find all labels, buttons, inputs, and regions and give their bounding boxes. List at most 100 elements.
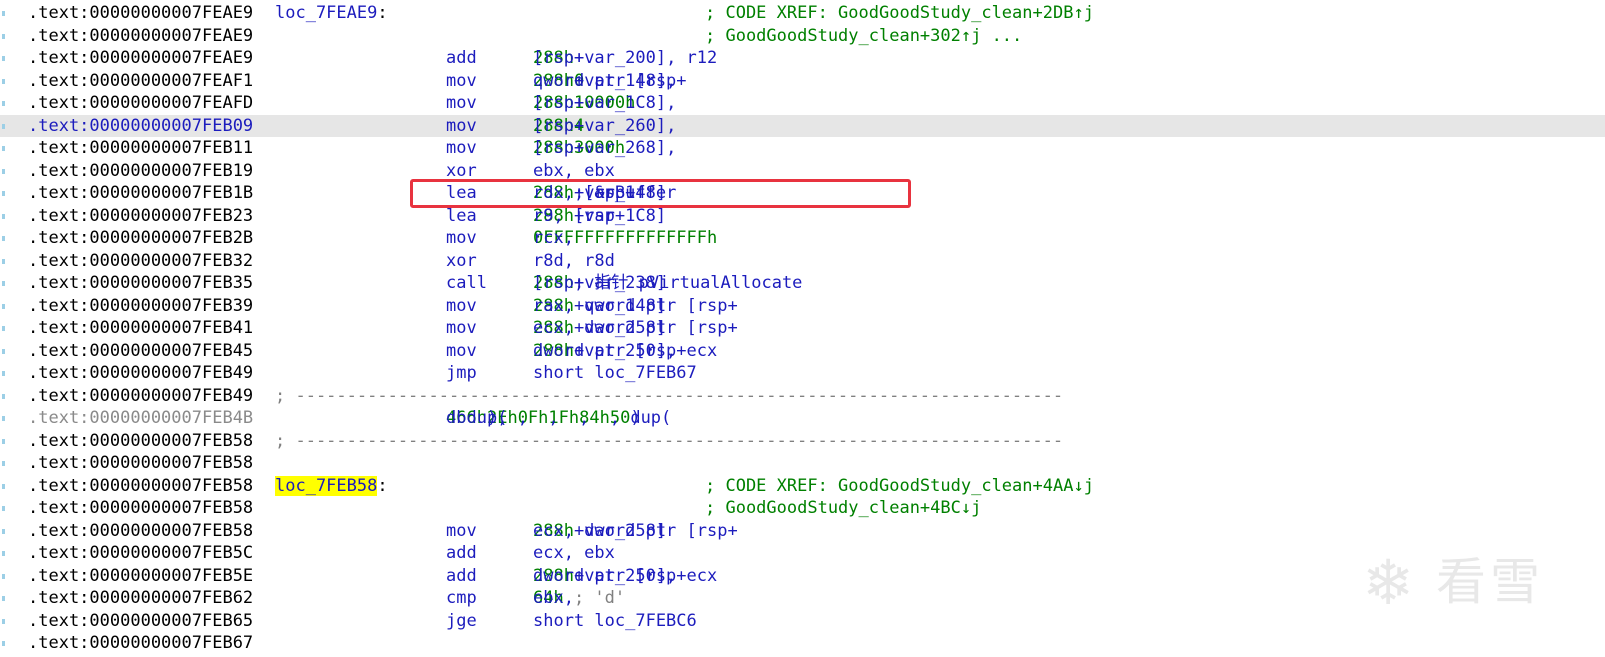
listing-line[interactable]: .text:00000000007FEB67 xyxy=(0,632,1605,655)
listing-line[interactable]: .text:00000000007FEB49 jmp short loc_7FEB6… xyxy=(0,362,1605,385)
line-address[interactable]: .text:00000000007FEB1B xyxy=(28,182,253,205)
line-address[interactable]: .text:00000000007FEB58 xyxy=(28,430,253,453)
xref-comment[interactable]: ; CODE XREF: GoodGoodStudy_clean+4AA↓j xyxy=(705,475,1094,498)
listing-line[interactable]: .text:00000000007FEAE9 add [rsp+ 288h +var_2… xyxy=(0,47,1605,70)
instruction-operands[interactable]: [rsp+ 288h +var_238] ; 指针 pVirtualAllocate xyxy=(533,272,802,295)
line-address[interactable]: .text:00000000007FEB39 xyxy=(28,295,253,318)
instruction-mnemonic[interactable]: mov xyxy=(446,340,477,363)
instruction-mnemonic[interactable]: cmp xyxy=(446,587,477,610)
line-address[interactable]: .text:00000000007FEAE9 xyxy=(28,2,253,25)
line-address[interactable]: .text:00000000007FEB62 xyxy=(28,587,253,610)
line-address[interactable]: .text:00000000007FEB19 xyxy=(28,160,253,183)
instruction-operands[interactable]: rax, qword ptr [rsp+ 288h +var_148] xyxy=(533,295,738,318)
line-address[interactable]: .text:00000000007FEB09 xyxy=(28,115,253,138)
listing-line[interactable]: .text:00000000007FEB11 mov [rsp+ 288h +var_2… xyxy=(0,137,1605,160)
listing-line[interactable]: .text:00000000007FEB58 ; GoodGoodStudy_cl… xyxy=(0,497,1605,520)
instruction-operands[interactable]: ecx, dword ptr [rsp+ 288h +var_258] xyxy=(533,520,738,543)
operand-text: +var_238] xyxy=(573,273,677,293)
instruction-mnemonic[interactable]: mov xyxy=(446,520,477,543)
instruction-mnemonic[interactable]: mov xyxy=(446,70,477,93)
line-address[interactable]: .text:00000000007FEB49 xyxy=(28,362,253,385)
instruction-mnemonic[interactable]: call xyxy=(446,272,487,295)
gutter-marker xyxy=(2,551,5,556)
instruction-mnemonic[interactable]: jmp xyxy=(446,362,477,385)
operand-text: ebx, xyxy=(533,588,585,608)
instruction-operands[interactable]: qword ptr [rsp+ 288h +var_148], 0 xyxy=(533,70,687,93)
instruction-mnemonic[interactable]: mov xyxy=(446,115,477,138)
instruction-mnemonic[interactable]: xor xyxy=(446,250,477,273)
listing-line[interactable]: .text:00000000007FEB32 xor r8d, r8d xyxy=(0,250,1605,273)
gutter-marker xyxy=(2,416,5,421)
code-label-name[interactable]: loc_7FEB58 xyxy=(275,475,378,496)
line-address[interactable]: .text:00000000007FEB32 xyxy=(28,250,253,273)
gutter-marker xyxy=(2,326,5,331)
code-label[interactable]: loc_7FEB58: xyxy=(275,475,388,498)
listing-line[interactable]: .text:00000000007FEB58 mov ecx, dword ptr … xyxy=(0,520,1605,543)
gutter-marker xyxy=(2,483,5,489)
instruction-operands[interactable]: [rsp+ 288h +var_200], r12 xyxy=(533,47,717,70)
line-address[interactable]: .text:00000000007FEB45 xyxy=(28,340,253,363)
code-label-name[interactable]: loc_7FEAE9 xyxy=(275,3,377,23)
listing-line[interactable]: .text:00000000007FEB41 mov ecx, dword ptr … xyxy=(0,317,1605,340)
listing-line[interactable]: .text:00000000007FEAF1 mov qword ptr [rsp+… xyxy=(0,70,1605,93)
line-address[interactable]: .text:00000000007FEB35 xyxy=(28,272,253,295)
gutter-marker xyxy=(2,191,5,196)
instruction-mnemonic[interactable]: add xyxy=(446,542,477,565)
gutter-marker xyxy=(2,101,5,106)
listing-line[interactable]: .text:00000000007FEB45 mov dword ptr [rsp+… xyxy=(0,340,1605,363)
listing-line[interactable]: .text:00000000007FEAE9 loc_7FEAE9: ; CODE … xyxy=(0,2,1605,25)
line-address[interactable]: .text:00000000007FEB2B xyxy=(28,227,253,250)
instruction-mnemonic[interactable]: mov xyxy=(446,317,477,340)
instruction-operands[interactable]: [rsp+ 288h +var_268], 3000h xyxy=(533,137,676,160)
instruction-operands[interactable]: [rsp+ 288h +var_260], 4 xyxy=(533,115,676,138)
xref-comment[interactable]: ; CODE XREF: GoodGoodStudy_clean+2DB↑j xyxy=(705,2,1094,25)
line-address[interactable]: .text:00000000007FEB65 xyxy=(28,610,253,633)
code-label[interactable]: loc_7FEAE9: xyxy=(275,2,388,25)
line-address[interactable]: .text:00000000007FEB49 xyxy=(28,385,253,408)
listing-line[interactable]: .text:00000000007FEB4B db 4 dup(66h), 2Eh… xyxy=(0,407,1605,430)
listing-line[interactable]: .text:00000000007FEB58 xyxy=(0,452,1605,475)
instruction-operands[interactable]: rcx, 0FFFFFFFFFFFFFFFFh xyxy=(533,227,717,250)
instruction-operands[interactable]: dword ptr [rsp+ 288h +var_250], ecx xyxy=(533,340,717,363)
line-address[interactable]: .text:00000000007FEB11 xyxy=(28,137,253,160)
listing-line[interactable]: .text:00000000007FEB09 mov [rsp+ 288h +var_2… xyxy=(0,114,1605,138)
line-address[interactable]: .text:00000000007FEB67 xyxy=(28,632,253,655)
line-address[interactable]: .text:00000000007FEB41 xyxy=(28,317,253,340)
line-address[interactable]: .text:00000000007FEAE9 xyxy=(28,47,253,70)
listing-line[interactable]: .text:00000000007FEB35 call [rsp+ 288h +var_… xyxy=(0,272,1605,295)
line-address[interactable]: .text:00000000007FEB58 xyxy=(28,520,253,543)
listing-line[interactable]: .text:00000000007FEB58 ; ----------------… xyxy=(0,430,1605,453)
instruction-mnemonic[interactable]: mov xyxy=(446,137,477,160)
line-address[interactable]: .text:00000000007FEB23 xyxy=(28,205,253,228)
line-address[interactable]: .text:00000000007FEAE9 xyxy=(28,25,253,48)
instruction-mnemonic[interactable]: add xyxy=(446,47,477,70)
instruction-mnemonic[interactable]: mov xyxy=(446,295,477,318)
instruction-operands[interactable]: [rsp+ 288h +var_1C8], 10000h xyxy=(533,92,676,115)
instruction-mnemonic[interactable]: add xyxy=(446,565,477,588)
line-address[interactable]: .text:00000000007FEB5E xyxy=(28,565,253,588)
line-address[interactable]: .text:00000000007FEB58 xyxy=(28,475,253,498)
listing-line[interactable]: .text:00000000007FEB49 ; ----------------… xyxy=(0,385,1605,408)
line-address[interactable]: .text:00000000007FEB5C xyxy=(28,542,253,565)
instruction-operands[interactable]: ebx, 64h ; 'd' xyxy=(533,587,625,610)
listing-line[interactable]: .text:00000000007FEAFD mov [rsp+ 288h +var_1… xyxy=(0,92,1605,115)
gutter-marker xyxy=(2,123,5,129)
instruction-mnemonic[interactable]: mov xyxy=(446,227,477,250)
line-address[interactable]: .text:00000000007FEAF1 xyxy=(28,70,253,93)
listing-line[interactable]: .text:00000000007FEAE9 ; GoodGoodStudy_cl… xyxy=(0,25,1605,48)
line-address[interactable]: .text:00000000007FEB4B xyxy=(28,407,253,430)
line-address[interactable]: .text:00000000007FEB58 xyxy=(28,497,253,520)
instruction-operands[interactable]: ecx, dword ptr [rsp+ 288h +var_258] xyxy=(533,317,738,340)
xref-comment[interactable]: ; GoodGoodStudy_clean+4BC↓j xyxy=(705,497,981,520)
listing-line[interactable]: .text:00000000007FEB2B mov rcx, 0FFFFFFFFF… xyxy=(0,227,1605,250)
line-address[interactable]: .text:00000000007FEB58 xyxy=(28,452,253,475)
instruction-mnemonic[interactable]: mov xyxy=(446,92,477,115)
instruction-operands[interactable]: dword ptr [rsp+ 288h +var_250], ecx xyxy=(533,565,717,588)
xref-comment[interactable]: ; GoodGoodStudy_clean+302↑j ... xyxy=(705,25,1022,48)
instruction-mnemonic[interactable]: jge xyxy=(446,610,477,633)
listing-line[interactable]: .text:00000000007FEB58 loc_7FEB58: ; CODE … xyxy=(0,475,1605,498)
line-address[interactable]: .text:00000000007FEAFD xyxy=(28,92,253,115)
operand-text: +var_200], r12 xyxy=(573,48,718,68)
data-directive[interactable]: db 4 dup(66h), 2Eh, 0Fh, 1Fh, 84h, 5 dup… xyxy=(446,407,671,430)
listing-line[interactable]: .text:00000000007FEB39 mov rax, qword ptr … xyxy=(0,295,1605,318)
